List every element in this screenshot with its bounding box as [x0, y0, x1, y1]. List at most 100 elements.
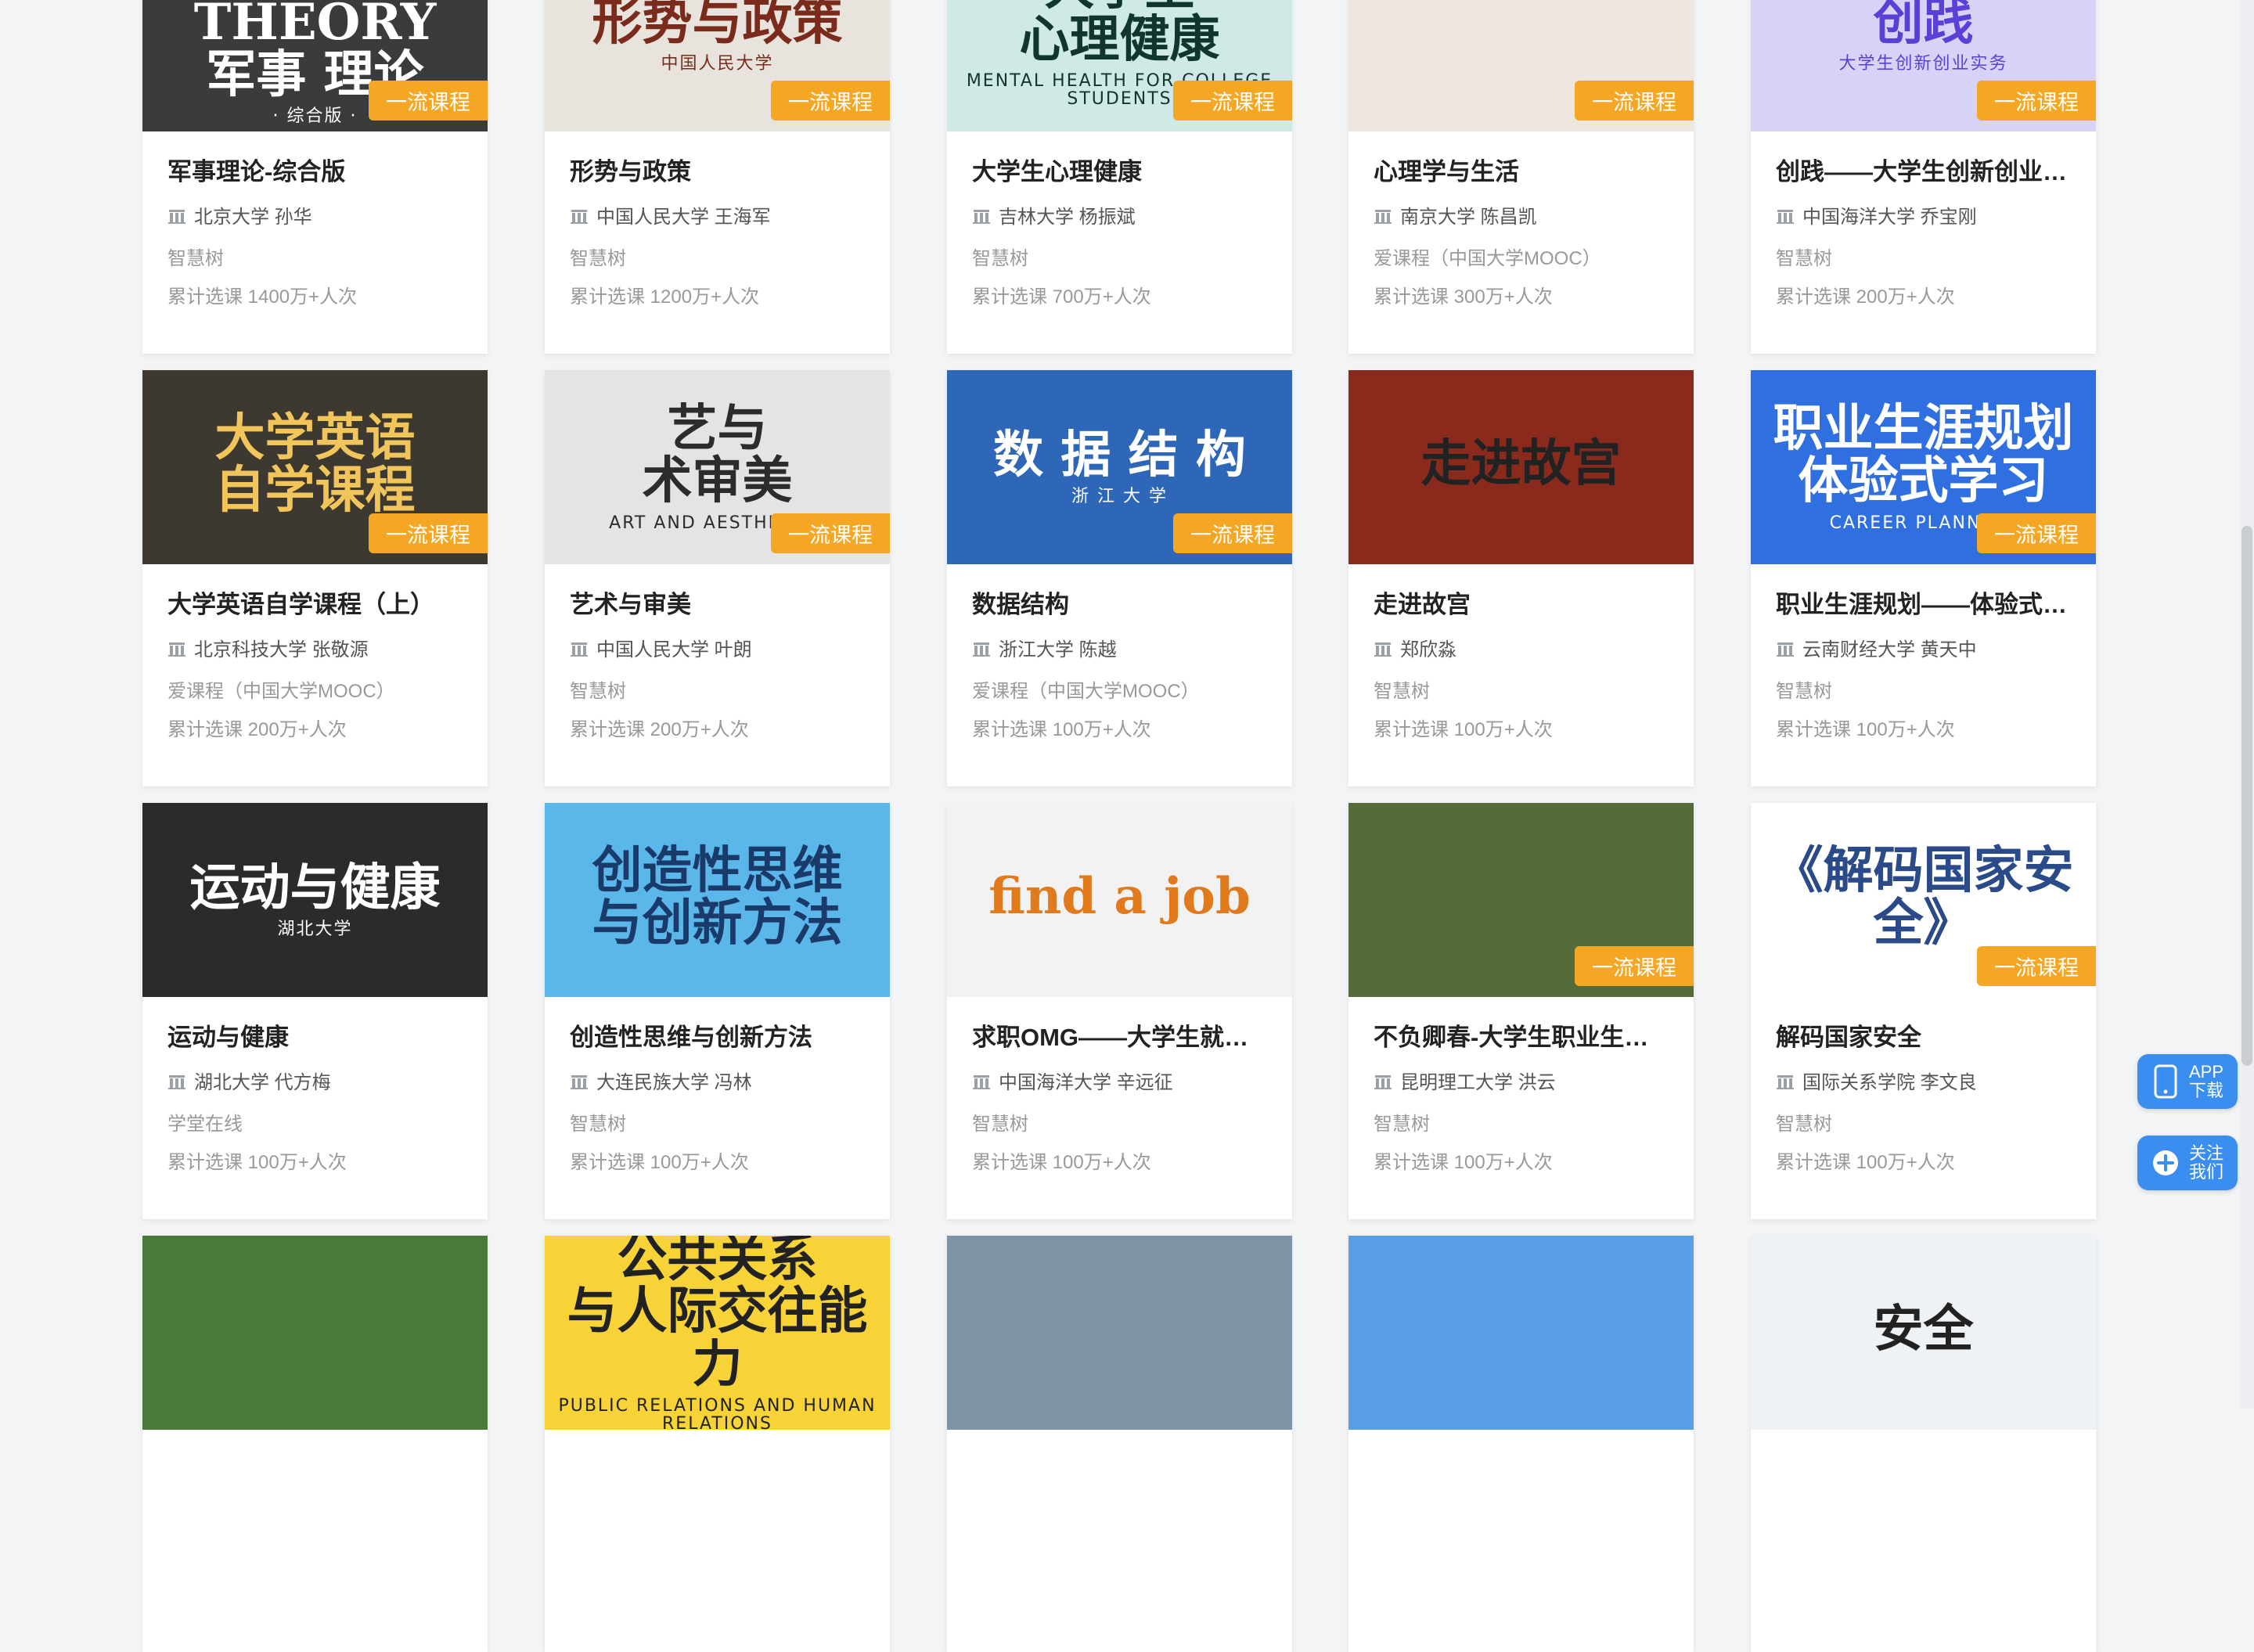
- university-teacher-text: 大连民族大学 冯林: [596, 1072, 752, 1093]
- course-info: 求职OMG——大学生就业指导 中国海洋大学 辛远征 智慧树 累计选课 100万+人次: [947, 1017, 1292, 1174]
- course-card[interactable]: 一流课程 心理学与生活 南京大学 陈昌凯 爱课程（中国大学MOOC） 累计选课 300万…: [1348, 0, 1694, 354]
- course-platform: 智慧树: [1776, 681, 1832, 702]
- course-title[interactable]: 军事理论-综合版: [167, 152, 463, 187]
- first-class-course-badge: 一流课程: [369, 81, 488, 121]
- university-teacher-text: 昆明理工大学 洪云: [1400, 1072, 1556, 1093]
- course-card[interactable]: 运动与健康 湖北大学 运动与健康 湖北大学 代方梅 学堂在线 累计选课 100万+人次: [142, 803, 488, 1219]
- university-teacher-text: 湖北大学 代方梅: [194, 1072, 331, 1093]
- enrollment-count: 累计选课 100万+人次: [1776, 719, 1955, 740]
- course-title[interactable]: 不负卿春-大学生职业生涯规划: [1374, 1017, 1669, 1053]
- course-cover-image[interactable]: 创造性思维 与创新方法: [545, 803, 890, 997]
- school-building-icon: [1374, 639, 1392, 657]
- school-building-icon: [167, 639, 186, 657]
- school-building-icon: [167, 207, 186, 224]
- course-card[interactable]: 数 据 结 构浙 江 大 学一流课程 数据结构 浙江大学 陈越 爱课程（中国大学MOO…: [947, 370, 1292, 786]
- course-university-teacher: 大连民族大学 冯林: [570, 1067, 865, 1094]
- course-title[interactable]: 大学生心理健康: [972, 152, 1267, 187]
- course-title[interactable]: 大学英语自学课程（上）: [167, 585, 463, 620]
- course-cover-image[interactable]: 走进故宫: [1348, 370, 1694, 564]
- course-card[interactable]: 大学生 心理健康MENTAL HEALTH FOR COLLEGE STUDEN…: [947, 0, 1292, 354]
- course-cover-image[interactable]: 职业生涯规划 体验式学习 CAREER PLANNING 一流课程: [1751, 370, 2096, 564]
- course-platform: 智慧树: [1374, 681, 1430, 702]
- course-cover-image[interactable]: 《解码国家安全》 一流课程: [1751, 803, 2096, 997]
- cover-title-text: 公共关系 与人际交往能力 PUBLIC RELATIONS AND HUMAN R…: [545, 1236, 890, 1430]
- course-cover-image[interactable]: 艺与 术审美 ART AND AESTHETICS 一流课程: [545, 370, 890, 564]
- course-title[interactable]: 职业生涯规划——体验式学习: [1776, 585, 2071, 620]
- course-card[interactable]: 创造性思维 与创新方法 创造性思维与创新方法 大连民族大学 冯林 智慧树 累计选课 10…: [545, 803, 890, 1219]
- university-teacher-text: 国际关系学院 李文良: [1802, 1072, 1977, 1093]
- app-download-button[interactable]: APP 下载: [2137, 1054, 2238, 1109]
- school-building-icon: [1374, 1072, 1392, 1089]
- course-card[interactable]: find a job 求职OMG——大学生就业指导 中国海洋大学 辛远征 智慧树 累计选…: [947, 803, 1292, 1219]
- course-card[interactable]: 大学英语 自学课程 一流课程 大学英语自学课程（上） 北京科技大学 张敬源 爱课程（中国…: [142, 370, 488, 786]
- school-building-icon: [570, 207, 589, 224]
- course-card[interactable]: 走进故宫 走进故宫 郑欣淼 智慧树 累计选课 100万+人次: [1348, 370, 1694, 786]
- course-card[interactable]: 安全: [1751, 1236, 2096, 1652]
- cover-subtitle-text: 中国人民大学: [661, 54, 774, 74]
- course-card[interactable]: [1348, 1236, 1694, 1652]
- enrollment-count: 累计选课 1400万+人次: [167, 286, 358, 308]
- course-platform: 智慧树: [570, 248, 626, 269]
- course-card[interactable]: 艺与 术审美 ART AND AESTHETICS 一流课程艺术与审美中国人民大学 …: [545, 370, 890, 786]
- course-university-teacher: 浙江大学 陈越: [972, 634, 1267, 661]
- course-cover-image[interactable]: 大学生 心理健康MENTAL HEALTH FOR COLLEGE STUDEN…: [947, 0, 1292, 131]
- course-title[interactable]: 创践——大学生创新创业实务: [1776, 152, 2071, 187]
- course-cover-image[interactable]: 大学英语 自学课程 一流课程: [142, 370, 488, 564]
- course-cover-image[interactable]: find a job: [947, 803, 1292, 997]
- course-cover-image[interactable]: 安全: [1751, 1236, 2096, 1430]
- cover-subtitle-text: · 综合版 ·: [272, 106, 358, 127]
- course-info: 解码国家安全 国际关系学院 李文良 智慧树 累计选课 100万+人次: [1751, 1017, 2096, 1174]
- follow-us-button[interactable]: 关注 我们: [2137, 1136, 2238, 1190]
- course-card[interactable]: 创践 大学生创新创业实务 一流课程创践——大学生创新创业实务 中国海洋大学 乔宝刚 智慧…: [1751, 0, 2096, 354]
- course-title[interactable]: 解码国家安全: [1776, 1017, 2071, 1053]
- course-title[interactable]: 走进故宫: [1374, 585, 1669, 620]
- school-building-icon: [972, 1072, 991, 1089]
- course-cover-image[interactable]: 创践 大学生创新创业实务 一流课程: [1751, 0, 2096, 131]
- course-card[interactable]: 职业生涯规划 体验式学习 CAREER PLANNING 一流课程职业生涯规划——体…: [1751, 370, 2096, 786]
- course-university-teacher: 北京大学 孙华: [167, 201, 463, 229]
- course-cover-image[interactable]: [142, 1236, 488, 1430]
- course-card[interactable]: 《解码国家安全》 一流课程 解码国家安全 国际关系学院 李文良 智慧树 累计选课 100万…: [1751, 803, 2096, 1219]
- enrollment-count: 累计选课 100万+人次: [972, 1152, 1151, 1173]
- school-building-icon: [570, 1072, 589, 1089]
- course-title[interactable]: 数据结构: [972, 585, 1267, 620]
- course-university-teacher: 云南财经大学 黄天中: [1776, 634, 2071, 661]
- course-card[interactable]: [947, 1236, 1292, 1652]
- course-title[interactable]: 求职OMG——大学生就业指导: [972, 1017, 1267, 1053]
- course-cover-image[interactable]: 运动与健康 湖北大学: [142, 803, 488, 997]
- course-cover-image[interactable]: [1348, 1236, 1694, 1430]
- first-class-course-badge: 一流课程: [1977, 81, 2096, 121]
- course-university-teacher: 昆明理工大学 洪云: [1374, 1067, 1669, 1094]
- course-university-teacher: 吉林大学 杨振斌: [972, 201, 1267, 229]
- course-info: 创践——大学生创新创业实务 中国海洋大学 乔宝刚 智慧树 累计选课 200万+人次: [1751, 152, 2096, 308]
- enrollment-count: 累计选课 700万+人次: [972, 286, 1151, 308]
- course-info: 大学生心理健康 吉林大学 杨振斌 智慧树 累计选课 700万+人次: [947, 152, 1292, 308]
- enrollment-count: 累计选课 200万+人次: [1776, 286, 1955, 308]
- course-cover-image[interactable]: [947, 1236, 1292, 1430]
- enrollment-count: 累计选课 100万+人次: [972, 719, 1151, 740]
- course-title[interactable]: 心理学与生活: [1374, 152, 1669, 187]
- scrollbar-thumb[interactable]: [2241, 526, 2252, 1066]
- school-building-icon: [1776, 1072, 1795, 1089]
- first-class-course-badge: 一流课程: [1173, 513, 1292, 553]
- course-info: 运动与健康 湖北大学 代方梅 学堂在线 累计选课 100万+人次: [142, 1017, 488, 1174]
- university-teacher-text: 中国人民大学 叶朗: [596, 639, 752, 660]
- course-cover-image[interactable]: MILITARY THEORY 军事 理论· 综合版 ·一流课程: [142, 0, 488, 131]
- course-title[interactable]: 形势与政策: [570, 152, 865, 187]
- course-cover-image[interactable]: 一流课程: [1348, 803, 1694, 997]
- course-card[interactable]: 公共关系 与人际交往能力 PUBLIC RELATIONS AND HUMAN R…: [545, 1236, 890, 1652]
- course-cover-image[interactable]: 形势与政策 中国人民大学 一流课程: [545, 0, 890, 131]
- first-class-course-badge: 一流课程: [1977, 513, 2096, 553]
- course-card[interactable]: 一流课程 不负卿春-大学生职业生涯规划 昆明理工大学 洪云 智慧树 累计选课 100万+…: [1348, 803, 1694, 1219]
- course-card[interactable]: 形势与政策 中国人民大学 一流课程 形势与政策 中国人民大学 王海军 智慧树 累计选课 12…: [545, 0, 890, 354]
- course-cover-image[interactable]: 公共关系 与人际交往能力 PUBLIC RELATIONS AND HUMAN R…: [545, 1236, 890, 1430]
- follow-us-label: 关注 我们: [2189, 1143, 2224, 1182]
- course-card[interactable]: [142, 1236, 488, 1652]
- course-title[interactable]: 运动与健康: [167, 1017, 463, 1053]
- course-cover-image[interactable]: 数 据 结 构浙 江 大 学一流课程: [947, 370, 1292, 564]
- course-title[interactable]: 创造性思维与创新方法: [570, 1017, 865, 1053]
- course-card[interactable]: MILITARY THEORY 军事 理论· 综合版 ·一流课程军事理论-综合版…: [142, 0, 488, 354]
- course-title[interactable]: 艺术与审美: [570, 585, 865, 620]
- university-teacher-text: 中国人民大学 王海军: [596, 207, 771, 228]
- course-cover-image[interactable]: 一流课程: [1348, 0, 1694, 131]
